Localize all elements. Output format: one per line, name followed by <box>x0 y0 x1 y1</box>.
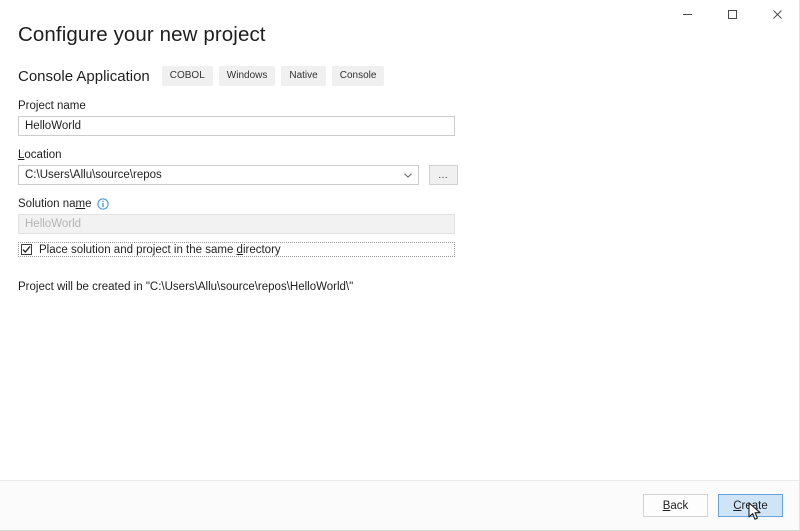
project-config-form: Project name Location C:\Users\Allu\sour… <box>18 100 458 293</box>
tag-platform: Windows <box>218 66 276 86</box>
create-label-accel: C <box>733 499 742 512</box>
chevron-down-icon[interactable] <box>400 166 416 184</box>
template-summary: Console Application COBOL Windows Native… <box>18 66 390 86</box>
create-button[interactable]: Create <box>718 494 783 517</box>
tag-native: Native <box>281 66 326 86</box>
tag-language: COBOL <box>161 66 213 86</box>
template-name: Console Application <box>18 67 150 85</box>
maximize-icon <box>728 10 737 19</box>
configure-project-dialog: Configure your new project Console Appli… <box>0 0 800 531</box>
solution-name-label-post: e <box>85 198 92 210</box>
back-label-accel: B <box>662 499 671 512</box>
create-button-wrap: Create <box>708 494 783 520</box>
project-name-input[interactable] <box>18 116 455 136</box>
minimize-button[interactable] <box>665 0 710 29</box>
close-button[interactable] <box>755 0 799 29</box>
place-solution-same-directory-checkbox[interactable] <box>21 244 32 255</box>
location-label-post: ocation <box>24 149 62 161</box>
tag-project-type: Console <box>331 66 385 86</box>
browse-location-button[interactable]: ... <box>428 165 458 185</box>
checkmark-icon <box>22 245 31 253</box>
location-row: C:\Users\Allu\source\repos ... <box>18 165 458 185</box>
solution-name-label-accel: m <box>75 198 86 210</box>
maximize-button[interactable] <box>710 0 755 29</box>
dialog-footer: Back Create <box>0 480 799 530</box>
info-circle-icon[interactable] <box>96 198 109 210</box>
project-name-label: Project name <box>18 100 458 112</box>
checkbox-label-post: irectory <box>242 243 281 256</box>
solution-name-label-pre: Solution na <box>18 198 76 210</box>
back-button[interactable]: Back <box>643 494 708 517</box>
create-label-post: reate <box>741 499 768 512</box>
place-solution-same-directory-row[interactable]: Place solution and project in the same d… <box>18 242 455 257</box>
page-title: Configure your new project <box>18 23 266 46</box>
project-path-note: Project will be created in "C:\Users\All… <box>18 281 354 293</box>
solution-name-label: Solution na m e <box>18 198 458 210</box>
close-icon <box>773 10 782 19</box>
solution-name-input <box>18 214 455 234</box>
location-label: Location <box>18 149 458 161</box>
project-name-label-text: Project name <box>18 100 86 112</box>
back-label-post: ack <box>670 499 689 512</box>
place-solution-same-directory-label: Place solution and project in the same d… <box>39 244 281 256</box>
location-combobox[interactable]: C:\Users\Allu\source\repos <box>18 165 419 185</box>
checkbox-label-pre: Place solution and project in the same <box>39 243 237 256</box>
minimize-icon <box>683 14 692 15</box>
location-value: C:\Users\Allu\source\repos <box>25 169 162 181</box>
